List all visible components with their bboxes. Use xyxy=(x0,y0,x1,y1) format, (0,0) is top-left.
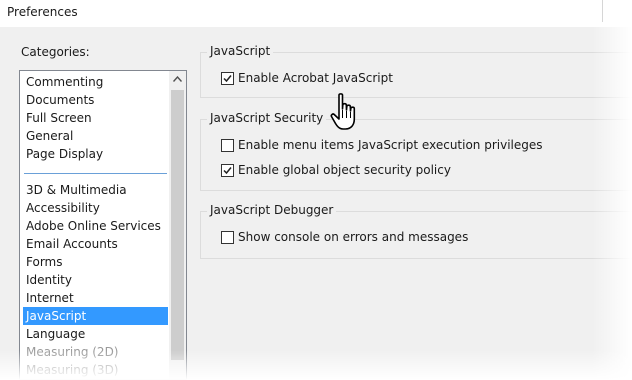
enable-menu-items-checkbox[interactable] xyxy=(221,139,234,152)
enable-acrobat-javascript-checkbox[interactable] xyxy=(221,72,234,85)
scroll-up-arrow-icon[interactable] xyxy=(169,71,186,88)
category-measuring-3d[interactable]: Measuring (3D) xyxy=(23,361,168,379)
category-internet[interactable]: Internet xyxy=(23,289,168,307)
category-general[interactable]: General xyxy=(23,127,168,145)
category-3d-multimedia[interactable]: 3D & Multimedia xyxy=(23,181,168,199)
category-full-screen[interactable]: Full Screen xyxy=(23,109,168,127)
category-javascript[interactable]: JavaScript xyxy=(23,307,168,325)
javascript-debugger-group: JavaScript Debugger Show console on erro… xyxy=(200,203,632,259)
javascript-group-legend: JavaScript xyxy=(207,44,274,58)
enable-global-policy-checkbox[interactable] xyxy=(221,164,234,177)
checkmark-icon xyxy=(223,75,232,83)
category-documents[interactable]: Documents xyxy=(23,91,168,109)
window-title: Preferences xyxy=(7,5,78,19)
javascript-group: JavaScript Enable Acrobat JavaScript xyxy=(200,44,632,98)
category-divider xyxy=(24,173,167,174)
category-commenting[interactable]: Commenting xyxy=(23,73,168,91)
title-bar: Preferences xyxy=(0,0,632,27)
category-accessibility[interactable]: Accessibility xyxy=(23,199,168,217)
scrollbar-thumb[interactable] xyxy=(171,90,184,360)
javascript-security-group-legend: JavaScript Security xyxy=(207,111,327,125)
category-email-accounts[interactable]: Email Accounts xyxy=(23,235,168,253)
category-adobe-online-services[interactable]: Adobe Online Services xyxy=(23,217,168,235)
enable-global-policy-label[interactable]: Enable global object security policy xyxy=(238,163,451,177)
show-console-label[interactable]: Show console on errors and messages xyxy=(238,230,468,244)
enable-menu-items-label[interactable]: Enable menu items JavaScript execution p… xyxy=(238,138,543,152)
category-measuring-2d[interactable]: Measuring (2D) xyxy=(23,343,168,361)
category-page-display[interactable]: Page Display xyxy=(23,145,168,163)
enable-acrobat-javascript-label[interactable]: Enable Acrobat JavaScript xyxy=(238,71,393,85)
category-forms[interactable]: Forms xyxy=(23,253,168,271)
categories-list[interactable]: Commenting Documents Full Screen General… xyxy=(19,70,187,380)
checkmark-icon xyxy=(223,167,232,175)
categories-label: Categories: xyxy=(21,45,90,59)
title-separator xyxy=(602,0,603,22)
show-console-checkbox[interactable] xyxy=(221,231,234,244)
categories-scrollbar[interactable] xyxy=(169,71,186,379)
category-language[interactable]: Language xyxy=(23,325,168,343)
category-identity[interactable]: Identity xyxy=(23,271,168,289)
javascript-security-group: JavaScript Security Enable menu items Ja… xyxy=(200,111,632,191)
javascript-debugger-group-legend: JavaScript Debugger xyxy=(207,203,337,217)
